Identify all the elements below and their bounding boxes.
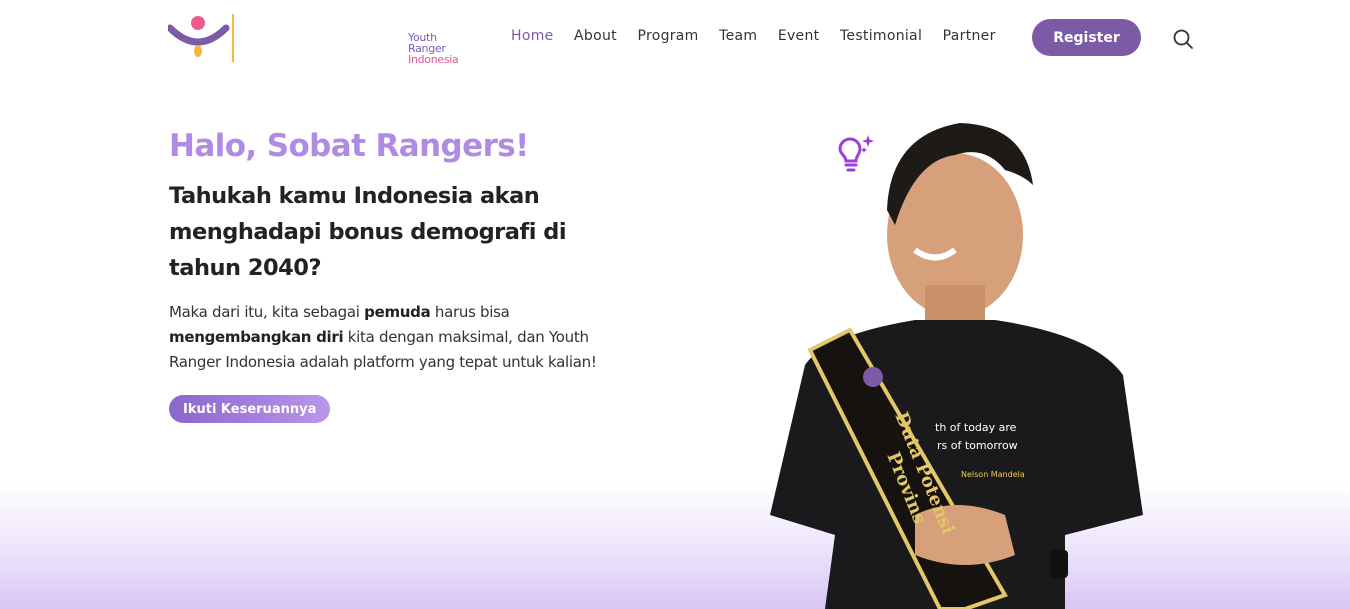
nav-testimonial[interactable]: Testimonial xyxy=(840,28,922,44)
site-logo[interactable]: Youth Ranger Indonesia xyxy=(166,12,459,65)
body-text-1: Maka dari itu, kita sebagai xyxy=(169,303,365,321)
hero-body: Maka dari itu, kita sebagai pemuda harus… xyxy=(169,300,599,375)
nav-team[interactable]: Team xyxy=(719,28,757,44)
hero-headline: Tahukah kamu Indonesia akan menghadapi b… xyxy=(169,183,567,281)
logo-line-indonesia: Indonesia xyxy=(408,53,459,66)
main-nav: Home About Program Team Event Testimonia… xyxy=(511,28,1016,44)
nav-partner[interactable]: Partner xyxy=(943,28,996,44)
register-button[interactable]: Register xyxy=(1032,19,1141,56)
shirt-text-3: Nelson Mandela xyxy=(961,470,1025,479)
hero-greeting: Halo, Sobat Rangers! xyxy=(169,128,529,164)
body-bold-mengembangkan: mengembangkan diri xyxy=(169,328,344,346)
nav-event[interactable]: Event xyxy=(778,28,820,44)
search-icon[interactable] xyxy=(1172,28,1194,50)
shirt-text-2: rs of tomorrow xyxy=(937,439,1018,452)
nav-about[interactable]: About xyxy=(574,28,617,44)
logo-text: Youth Ranger Indonesia xyxy=(408,32,459,65)
lightbulb-icon xyxy=(836,133,876,175)
hero-section: Halo, Sobat Rangers! Tahukah kamu Indone… xyxy=(169,128,609,423)
cta-button[interactable]: Ikuti Keseruannya xyxy=(169,395,331,423)
body-bold-pemuda: pemuda xyxy=(364,303,431,321)
nav-program[interactable]: Program xyxy=(637,28,698,44)
shirt-text-1: th of today are xyxy=(935,421,1017,434)
site-header: Youth Ranger Indonesia Home About Progra… xyxy=(0,0,1350,76)
hero-photo: th of today are rs of tomorrow Nelson Ma… xyxy=(765,115,1150,609)
nav-home[interactable]: Home xyxy=(511,28,554,44)
body-text-2: harus bisa xyxy=(430,303,510,321)
logo-mark-icon xyxy=(166,14,234,62)
